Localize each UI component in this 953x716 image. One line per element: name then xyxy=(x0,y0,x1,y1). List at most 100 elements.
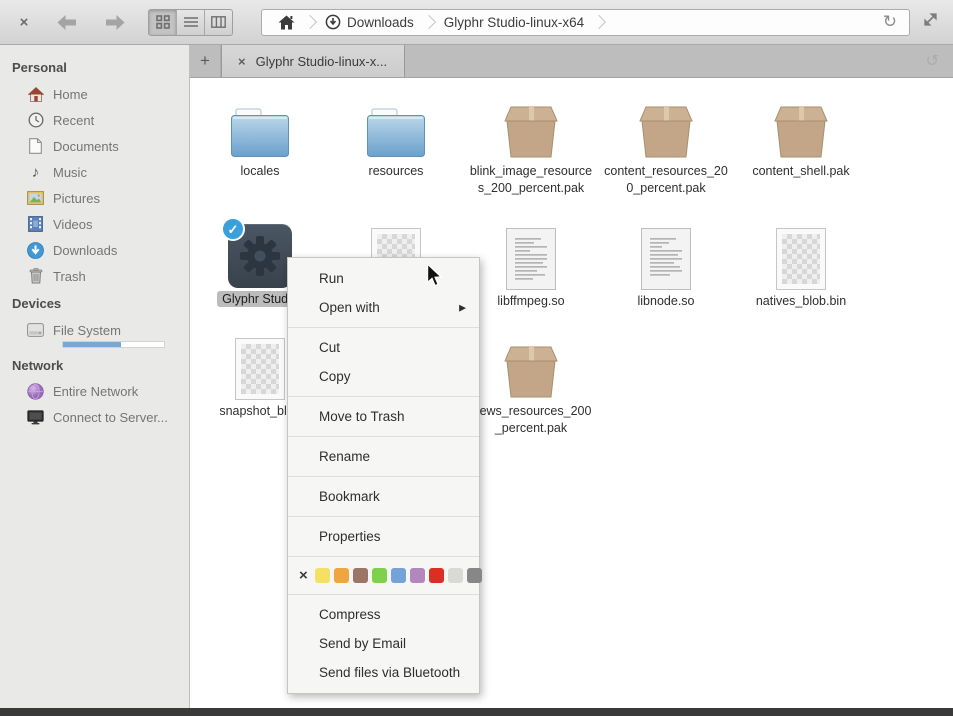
file-item-content-shell[interactable]: content_shell.pak xyxy=(739,92,863,180)
column-view-button[interactable] xyxy=(205,10,232,35)
sidebar-item-documents[interactable]: Documents xyxy=(0,133,189,159)
file-item-views-resources[interactable]: views_resources_200_percent.pak xyxy=(469,332,593,436)
file-item-libnode[interactable]: libnode.so xyxy=(604,222,728,310)
film-icon xyxy=(27,216,44,233)
package-icon xyxy=(770,104,832,160)
sidebar-section-devices: Devices xyxy=(0,289,189,317)
color-tag-purple[interactable] xyxy=(410,568,425,583)
breadcrumb-item-label: Downloads xyxy=(347,15,414,30)
breadcrumb-home-button[interactable] xyxy=(270,10,303,35)
new-tab-button[interactable]: + xyxy=(190,45,221,77)
clear-color-button[interactable]: × xyxy=(299,568,308,583)
window-close-icon[interactable]: × xyxy=(12,14,36,31)
menu-separator xyxy=(288,396,479,397)
filesystem-usage-bar xyxy=(62,341,165,348)
file-name: views_resources_200_percent.pak xyxy=(471,404,592,435)
sidebar-item-trash[interactable]: Trash xyxy=(0,263,189,289)
icon-view-button[interactable] xyxy=(149,10,177,35)
menu-item-cut[interactable]: Cut xyxy=(288,333,479,362)
color-tag-green[interactable] xyxy=(372,568,387,583)
menu-item-run[interactable]: Run xyxy=(288,264,479,293)
color-tag-gray-dark[interactable] xyxy=(467,568,482,583)
tab-bar: + × Glyphr Studio-linux-x... ↺ xyxy=(190,45,953,78)
clock-icon xyxy=(27,112,44,129)
file-name: content_shell.pak xyxy=(752,164,849,178)
sidebar-item-label: Pictures xyxy=(53,191,100,206)
file-item-libffmpeg[interactable]: libffmpeg.so xyxy=(469,222,593,310)
sidebar-item-label: Music xyxy=(53,165,87,180)
network-globe-icon xyxy=(27,383,44,400)
tab-label: Glyphr Studio-linux-x... xyxy=(256,54,388,69)
file-name: natives_blob.bin xyxy=(756,294,846,308)
menu-separator xyxy=(288,436,479,437)
tab-glyphr-studio[interactable]: × Glyphr Studio-linux-x... xyxy=(221,45,405,77)
folder-icon xyxy=(363,106,429,160)
color-tag-brown[interactable] xyxy=(353,568,368,583)
sidebar-item-music[interactable]: ♪ Music xyxy=(0,159,189,185)
refresh-icon[interactable]: ↻ xyxy=(879,12,901,32)
color-tag-orange[interactable] xyxy=(334,568,349,583)
menu-item-copy[interactable]: Copy xyxy=(288,362,479,391)
menu-item-label: Send files via Bluetooth xyxy=(319,665,460,680)
file-item-resources[interactable]: resources xyxy=(334,92,458,180)
menu-item-compress[interactable]: Compress xyxy=(288,600,479,629)
sidebar-item-label: Recent xyxy=(53,113,94,128)
view-toggle-group xyxy=(148,9,233,36)
toolbar: × Downloads xyxy=(0,0,953,45)
forward-button[interactable] xyxy=(98,8,132,36)
menu-item-label: Cut xyxy=(319,340,340,355)
menu-item-move-to-trash[interactable]: Move to Trash xyxy=(288,402,479,431)
sidebar-section-network: Network xyxy=(0,351,189,379)
library-file-icon xyxy=(506,228,556,290)
menu-item-rename[interactable]: Rename xyxy=(288,442,479,471)
sidebar-item-videos[interactable]: Videos xyxy=(0,211,189,237)
breadcrumb-item-folder[interactable]: Glyphr Studio-linux-x64 xyxy=(436,10,592,35)
menu-item-label: Send by Email xyxy=(319,636,406,651)
file-item-natives-blob[interactable]: natives_blob.bin xyxy=(739,222,863,310)
menu-item-open-with[interactable]: Open with▶ xyxy=(288,293,479,322)
sidebar-item-recent[interactable]: Recent xyxy=(0,107,189,133)
menu-item-label: Run xyxy=(319,271,344,286)
binary-file-icon xyxy=(235,338,285,400)
menu-item-send-by-email[interactable]: Send by Email xyxy=(288,629,479,658)
sidebar-item-entire-network[interactable]: Entire Network xyxy=(0,379,189,405)
list-view-button[interactable] xyxy=(177,10,205,35)
package-icon xyxy=(635,104,697,160)
fullscreen-toggle-button[interactable] xyxy=(922,11,939,33)
downloads-icon xyxy=(325,14,341,30)
breadcrumb-separator xyxy=(303,15,317,29)
sidebar-section-personal: Personal xyxy=(0,53,189,81)
color-tag-blue[interactable] xyxy=(391,568,406,583)
breadcrumb-separator xyxy=(592,15,606,29)
file-item-blink-image-resources[interactable]: blink_image_resources_200_percent.pak xyxy=(469,92,593,196)
downloads-circle-icon xyxy=(27,242,44,259)
file-name: resources xyxy=(369,164,424,178)
sidebar: Personal Home Recent Documents ♪ Music xyxy=(0,45,190,708)
tab-close-icon[interactable]: × xyxy=(238,54,246,69)
menu-item-properties[interactable]: Properties xyxy=(288,522,479,551)
file-item-locales[interactable]: locales xyxy=(198,92,322,180)
sidebar-item-downloads[interactable]: Downloads xyxy=(0,237,189,263)
sidebar-item-pictures[interactable]: Pictures xyxy=(0,185,189,211)
menu-separator xyxy=(288,516,479,517)
sidebar-item-connect-to-server[interactable]: Connect to Server... xyxy=(0,405,189,431)
sidebar-item-home[interactable]: Home xyxy=(0,81,189,107)
list-view-icon xyxy=(184,16,198,28)
column-view-icon xyxy=(211,16,226,28)
color-tag-red[interactable] xyxy=(429,568,444,583)
package-icon xyxy=(500,344,562,400)
back-button[interactable] xyxy=(50,8,84,36)
sidebar-item-label: Videos xyxy=(53,217,93,232)
home-icon xyxy=(27,86,44,103)
breadcrumb-item-downloads[interactable]: Downloads xyxy=(317,10,422,35)
restore-closed-tab-icon[interactable]: ↺ xyxy=(926,51,953,71)
sidebar-item-file-system[interactable]: File System xyxy=(0,317,189,340)
color-tag-gray-light[interactable] xyxy=(448,568,463,583)
monitor-icon xyxy=(27,409,44,426)
color-tag-yellow[interactable] xyxy=(315,568,330,583)
file-name: libffmpeg.so xyxy=(497,294,564,308)
menu-item-send-files-via-bluetooth[interactable]: Send files via Bluetooth xyxy=(288,658,479,687)
sidebar-item-label: Home xyxy=(53,87,88,102)
file-item-content-resources[interactable]: content_resources_200_percent.pak xyxy=(604,92,728,196)
menu-item-bookmark[interactable]: Bookmark xyxy=(288,482,479,511)
